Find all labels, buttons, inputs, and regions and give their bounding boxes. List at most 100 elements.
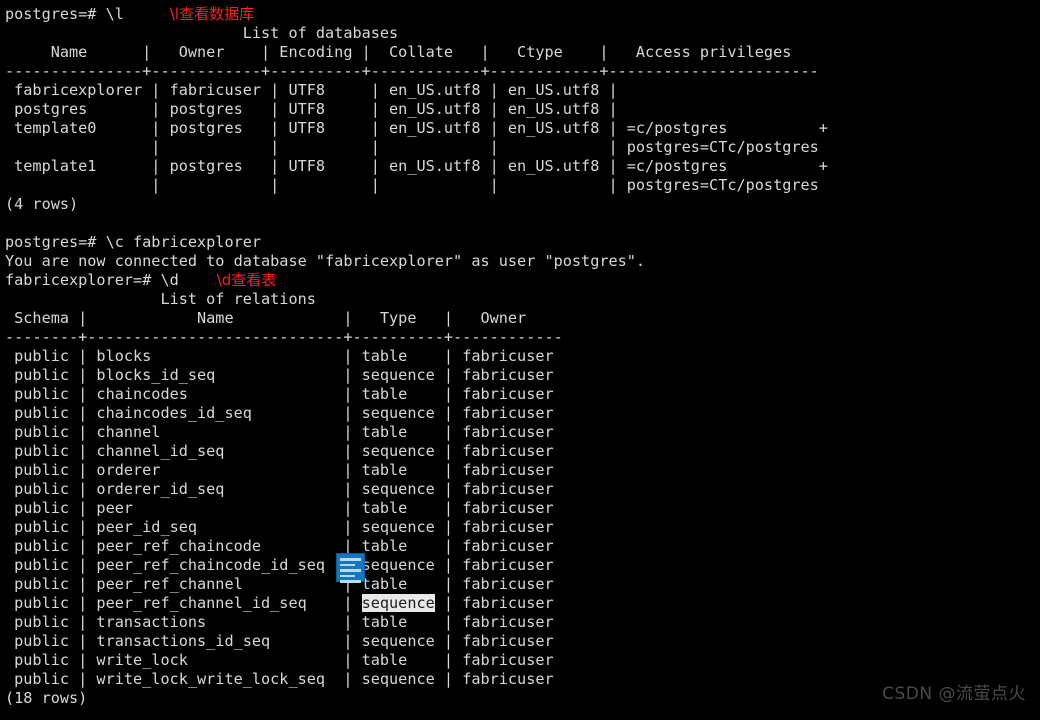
table-row: public | channel_id_seq | sequence | fab… bbox=[5, 442, 1040, 461]
relation-type-cell: table bbox=[361, 461, 435, 479]
databases-row-count: (4 rows) bbox=[5, 195, 79, 213]
table-row: public | chaincodes | table | fabricuser bbox=[5, 385, 1040, 404]
relation-owner-cell: | fabricuser bbox=[434, 575, 554, 593]
relations-rows: public | blocks | table | fabricuser pub… bbox=[5, 347, 1040, 689]
table-row: public | orderer_id_seq | sequence | fab… bbox=[5, 480, 1040, 499]
relation-type-cell: table bbox=[361, 385, 435, 403]
relation-type-cell: sequence bbox=[361, 594, 435, 612]
terminal-line-prompt-d: fabricexplorer=# \d \d查看表 bbox=[5, 271, 1040, 290]
relation-schema-name-cell: public | blocks | bbox=[5, 347, 362, 365]
table-row: public | peer_ref_chaincode_id_seq | seq… bbox=[5, 556, 1040, 575]
relation-schema-name-cell: public | chaincodes_id_seq | bbox=[5, 404, 362, 422]
doc-icon-line bbox=[340, 569, 361, 572]
relation-schema-name-cell: public | chaincodes | bbox=[5, 385, 362, 403]
relation-type-cell: table bbox=[361, 499, 435, 517]
relations-title: List of relations bbox=[5, 290, 316, 308]
table-row: public | chaincodes_id_seq | sequence | … bbox=[5, 404, 1040, 423]
table-row: public | channel | table | fabricuser bbox=[5, 423, 1040, 442]
table-row: public | blocks_id_seq | sequence | fabr… bbox=[5, 366, 1040, 385]
table-row: public | transactions | table | fabricus… bbox=[5, 613, 1040, 632]
relation-schema-name-cell: public | peer_ref_channel | bbox=[5, 575, 362, 593]
table-row: postgres | postgres | UTF8 | en_US.utf8 … bbox=[5, 100, 618, 118]
relation-owner-cell: | fabricuser bbox=[434, 670, 554, 688]
relation-type-cell: sequence bbox=[361, 556, 435, 574]
relation-owner-cell: | fabricuser bbox=[434, 347, 554, 365]
terminal-line-prompt-l: postgres=# \l \l查看数据库 bbox=[5, 5, 1040, 24]
databases-separator: ---------------+------------+----------+… bbox=[5, 62, 819, 80]
relation-owner-cell: | fabricuser bbox=[434, 518, 554, 536]
relation-schema-name-cell: public | peer | bbox=[5, 499, 362, 517]
doc-icon-line bbox=[340, 558, 361, 561]
table-row: template1 | postgres | UTF8 | en_US.utf8… bbox=[5, 157, 828, 175]
relation-type-cell: sequence bbox=[361, 404, 435, 422]
prompt-command-d: fabricexplorer=# \d bbox=[5, 271, 179, 289]
relations-header: Schema | Name | Type | Owner bbox=[5, 309, 527, 327]
relation-owner-cell: | fabricuser bbox=[434, 651, 554, 669]
table-row: public | transactions_id_seq | sequence … bbox=[5, 632, 1040, 651]
table-row: template0 | postgres | UTF8 | en_US.utf8… bbox=[5, 119, 828, 137]
doc-icon-line bbox=[340, 574, 356, 577]
annotation-list-tables: \d查看表 bbox=[216, 271, 277, 289]
relation-schema-name-cell: public | channel_id_seq | bbox=[5, 442, 362, 460]
connect-message: You are now connected to database "fabri… bbox=[5, 252, 646, 270]
table-row: public | peer_ref_channel_id_seq | seque… bbox=[5, 594, 1040, 613]
databases-title: List of databases bbox=[5, 24, 399, 42]
doc-icon-line bbox=[340, 563, 356, 566]
relation-owner-cell: | fabricuser bbox=[434, 594, 554, 612]
databases-header: Name | Owner | Encoding | Collate | Ctyp… bbox=[5, 43, 792, 61]
relation-schema-name-cell: public | transactions_id_seq | bbox=[5, 632, 362, 650]
document-text-icon bbox=[336, 553, 365, 583]
relation-owner-cell: | fabricuser bbox=[434, 499, 554, 517]
doc-icon-line bbox=[340, 580, 361, 583]
relation-type-cell: table bbox=[361, 651, 435, 669]
relation-owner-cell: | fabricuser bbox=[434, 632, 554, 650]
relation-owner-cell: | fabricuser bbox=[434, 442, 554, 460]
terminal-window[interactable]: postgres=# \l \l查看数据库 List of databases N… bbox=[0, 0, 1040, 720]
relation-schema-name-cell: public | channel | bbox=[5, 423, 362, 441]
table-row: public | peer_id_seq | sequence | fabric… bbox=[5, 518, 1040, 537]
table-row: fabricexplorer | fabricuser | UTF8 | en_… bbox=[5, 81, 618, 99]
table-row: | | | | | postgres=CTc/postgres bbox=[5, 176, 819, 194]
csdn-watermark: CSDN @流萤点火 bbox=[882, 684, 1026, 704]
relation-owner-cell: | fabricuser bbox=[434, 613, 554, 631]
relation-type-cell: table bbox=[361, 537, 435, 555]
relation-schema-name-cell: public | peer_id_seq | bbox=[5, 518, 362, 536]
relation-type-cell: table bbox=[361, 347, 435, 365]
table-row: | | | | | postgres=CTc/postgres bbox=[5, 138, 819, 156]
relation-type-cell: table bbox=[361, 613, 435, 631]
relation-type-cell: sequence bbox=[361, 670, 435, 688]
relation-owner-cell: | fabricuser bbox=[434, 556, 554, 574]
relation-owner-cell: | fabricuser bbox=[434, 385, 554, 403]
annotation-list-databases: \l查看数据库 bbox=[169, 5, 255, 23]
relation-type-cell: sequence bbox=[361, 632, 435, 650]
table-row: public | write_lock | table | fabricuser bbox=[5, 651, 1040, 670]
relation-owner-cell: | fabricuser bbox=[434, 366, 554, 384]
relation-owner-cell: | fabricuser bbox=[434, 537, 554, 555]
table-row: public | blocks | table | fabricuser bbox=[5, 347, 1040, 366]
terminal-line-prompt-c: postgres=# \c fabricexplorer bbox=[5, 233, 262, 251]
relation-schema-name-cell: public | blocks_id_seq | bbox=[5, 366, 362, 384]
table-row: public | peer_ref_channel | table | fabr… bbox=[5, 575, 1040, 594]
relation-type-cell: sequence bbox=[361, 480, 435, 498]
relation-schema-name-cell: public | peer_ref_channel_id_seq | bbox=[5, 594, 362, 612]
relation-owner-cell: | fabricuser bbox=[434, 461, 554, 479]
relations-separator: --------+----------------------------+--… bbox=[5, 328, 563, 346]
relation-schema-name-cell: public | peer_ref_chaincode | bbox=[5, 537, 362, 555]
prompt-command-l: postgres=# \l bbox=[5, 5, 124, 23]
table-row: public | peer_ref_chaincode | table | fa… bbox=[5, 537, 1040, 556]
relation-schema-name-cell: public | orderer | bbox=[5, 461, 362, 479]
relation-schema-name-cell: public | write_lock | bbox=[5, 651, 362, 669]
relation-owner-cell: | fabricuser bbox=[434, 423, 554, 441]
relation-schema-name-cell: public | peer_ref_chaincode_id_seq | bbox=[5, 556, 362, 574]
relation-schema-name-cell: public | orderer_id_seq | bbox=[5, 480, 362, 498]
relation-type-cell: table bbox=[361, 575, 435, 593]
relation-schema-name-cell: public | write_lock_write_lock_seq | bbox=[5, 670, 362, 688]
relation-schema-name-cell: public | transactions | bbox=[5, 613, 362, 631]
relation-owner-cell: | fabricuser bbox=[434, 404, 554, 422]
table-row: public | peer | table | fabricuser bbox=[5, 499, 1040, 518]
relation-owner-cell: | fabricuser bbox=[434, 480, 554, 498]
table-row: public | orderer | table | fabricuser bbox=[5, 461, 1040, 480]
relation-type-cell: table bbox=[361, 423, 435, 441]
relation-type-cell: sequence bbox=[361, 518, 435, 536]
relation-type-cell: sequence bbox=[361, 442, 435, 460]
